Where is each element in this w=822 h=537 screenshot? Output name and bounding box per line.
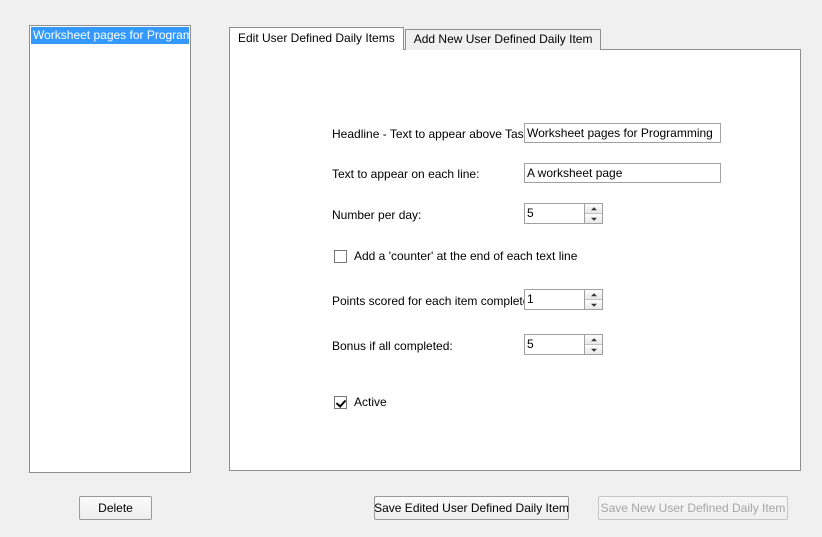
number-per-day-label: Number per day:: [332, 208, 422, 222]
spin-down-button[interactable]: [585, 214, 602, 223]
tab-strip: Edit User Defined Daily Items Add New Us…: [229, 27, 602, 50]
headline-label: Headline - Text to appear above Task:: [332, 127, 534, 141]
spin-up-button[interactable]: [585, 290, 602, 300]
user-defined-items-listbox[interactable]: Worksheet pages for Programming: [29, 25, 191, 473]
bonus-value[interactable]: 5: [525, 335, 584, 354]
caret-up-icon: [590, 337, 597, 341]
active-checkbox-label: Active: [354, 395, 387, 409]
spin-down-button[interactable]: [585, 300, 602, 309]
points-per-item-spin-buttons: [584, 290, 602, 309]
number-per-day-stepper[interactable]: 5: [524, 203, 603, 224]
line-text-label: Text to appear on each line:: [332, 167, 480, 181]
caret-down-icon: [590, 217, 597, 221]
caret-up-icon: [590, 206, 597, 210]
tab-edit-user-defined-daily-items[interactable]: Edit User Defined Daily Items: [229, 27, 404, 50]
line-text-input[interactable]: A worksheet page: [524, 163, 721, 183]
caret-down-icon: [590, 348, 597, 352]
spin-down-button[interactable]: [585, 345, 602, 354]
counter-checkbox-label: Add a 'counter' at the end of each text …: [354, 249, 578, 263]
bonus-spin-buttons: [584, 335, 602, 354]
counter-checkbox[interactable]: [334, 249, 347, 263]
tab-control: Edit User Defined Daily Items Add New Us…: [229, 27, 801, 471]
spin-up-button[interactable]: [585, 204, 602, 214]
number-per-day-spin-buttons: [584, 204, 602, 223]
points-per-item-value[interactable]: 1: [525, 290, 584, 309]
save-edited-button[interactable]: Save Edited User Defined Daily Item: [374, 496, 569, 520]
list-item[interactable]: Worksheet pages for Programming: [31, 27, 189, 44]
spin-up-button[interactable]: [585, 335, 602, 345]
delete-button[interactable]: Delete: [79, 496, 152, 520]
caret-up-icon: [590, 292, 597, 296]
active-checkbox-row[interactable]: Active: [334, 395, 387, 409]
caret-down-icon: [590, 303, 597, 307]
tab-panel-edit-user-defined-daily-items: Headline - Text to appear above Task: Wo…: [229, 49, 801, 471]
points-per-item-label: Points scored for each item completed:: [332, 294, 540, 308]
bonus-stepper[interactable]: 5: [524, 334, 603, 355]
points-per-item-stepper[interactable]: 1: [524, 289, 603, 310]
save-new-button: Save New User Defined Daily Item: [598, 496, 788, 520]
counter-checkbox-row[interactable]: Add a 'counter' at the end of each text …: [334, 249, 577, 263]
number-per-day-value[interactable]: 5: [525, 204, 584, 223]
bonus-label: Bonus if all completed:: [332, 339, 453, 353]
headline-input[interactable]: Worksheet pages for Programming: [524, 123, 721, 143]
tab-add-new-user-defined-daily-item[interactable]: Add New User Defined Daily Item: [404, 29, 602, 50]
active-checkbox[interactable]: [334, 395, 347, 409]
